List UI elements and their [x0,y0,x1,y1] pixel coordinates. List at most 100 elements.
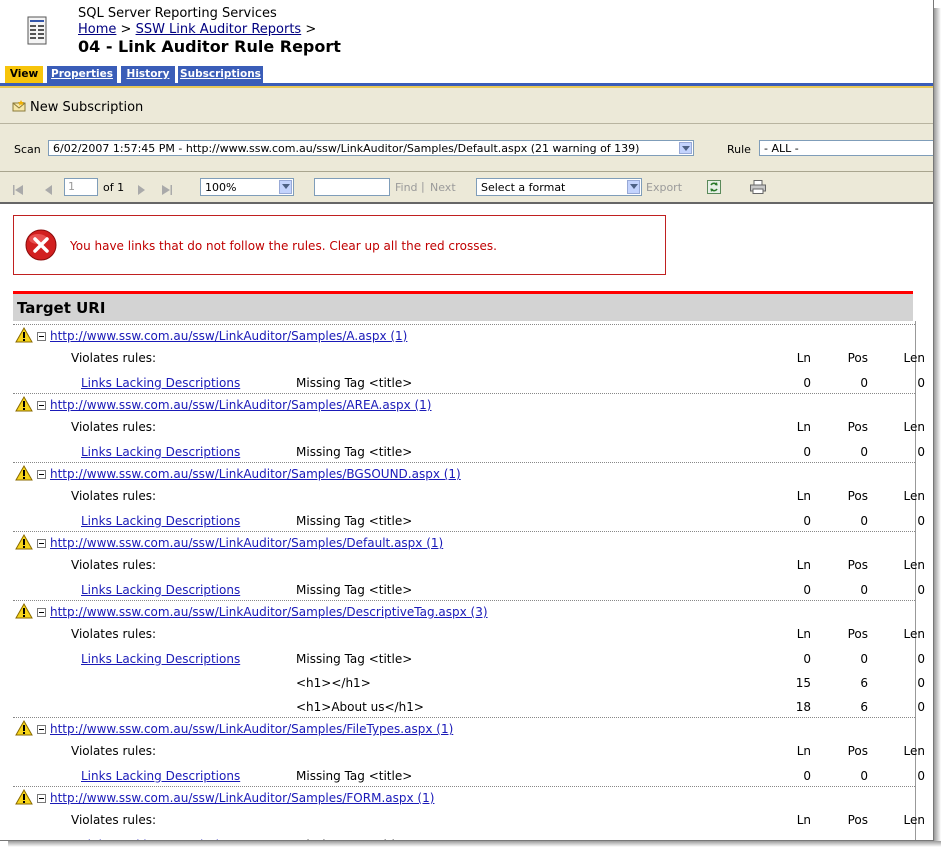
pos-value: 6 [860,676,868,690]
collapse-toggle-icon[interactable] [37,794,46,803]
parameters-panel: Scan 6/02/2007 1:57:45 PM - http://www.s… [0,124,933,172]
first-page-icon[interactable] [13,180,23,195]
breadcrumb-home-link[interactable]: Home [78,22,116,37]
target-uri-link[interactable]: http://www.ssw.com.au/ssw/LinkAuditor/Sa… [50,605,488,619]
ln-value: 0 [803,583,811,597]
uri-row: http://www.ssw.com.au/ssw/LinkAuditor/Sa… [13,786,915,808]
report-manager-window: SQL Server Reporting Services Home > SSW… [0,0,934,841]
new-subscription-button[interactable]: New Subscription [12,100,143,115]
refresh-icon[interactable] [707,179,721,194]
previous-page-icon[interactable] [44,180,54,195]
rule-select[interactable]: - ALL - [759,140,933,156]
ln-value: 0 [803,514,811,528]
next-link[interactable]: Next [430,181,456,194]
rule-label: Rule [727,143,751,156]
len-value: 0 [917,583,925,597]
ln-column-label: Ln [796,744,811,758]
warning-icon [15,788,33,805]
violation-row: Links Lacking Descriptions Missing Tag <t… [13,763,925,787]
pos-column-label: Pos [847,489,868,503]
chevron-down-icon [627,180,640,194]
page-header: SQL Server Reporting Services Home > SSW… [0,0,933,66]
rule-link[interactable]: Links Lacking Descriptions [81,514,240,528]
violation-row: <h1>About us</h1> 18 6 0 [13,694,925,718]
target-uri-link[interactable]: http://www.ssw.com.au/ssw/LinkAuditor/Sa… [50,329,407,343]
violation-detail: <h1></h1> [296,676,371,690]
warning-icon [15,395,33,412]
collapse-toggle-icon[interactable] [37,608,46,617]
collapse-toggle-icon[interactable] [37,725,46,734]
page-title: 04 - Link Auditor Rule Report [78,37,341,56]
target-uri-link[interactable]: http://www.ssw.com.au/ssw/LinkAuditor/Sa… [50,791,434,805]
next-page-icon[interactable] [136,180,146,195]
len-column-label: Len [903,489,925,503]
pos-column-label: Pos [847,627,868,641]
len-column-label: Len [903,627,925,641]
scan-select-value: 6/02/2007 1:57:45 PM - http://www.ssw.co… [53,142,640,155]
rule-link[interactable]: Links Lacking Descriptions [81,376,240,390]
uri-row: http://www.ssw.com.au/ssw/LinkAuditor/Sa… [13,717,915,739]
report-icon [27,16,47,46]
tab-history[interactable]: History [121,66,175,83]
rule-link[interactable]: Links Lacking Descriptions [81,769,240,783]
breadcrumb-separator: > [116,22,136,37]
export-format-value: Select a format [481,181,566,194]
last-page-icon[interactable] [162,180,172,195]
export-link[interactable]: Export [646,181,682,194]
subscription-bar: New Subscription [0,88,933,124]
ln-column-label: Ln [796,813,811,827]
len-value: 0 [917,376,925,390]
violates-header-row: Violates rules: Ln Pos Len [13,346,925,370]
toolbar-separator: | [421,180,425,193]
ln-value: 0 [803,376,811,390]
target-uri-link[interactable]: http://www.ssw.com.au/ssw/LinkAuditor/Sa… [50,398,432,412]
violation-detail: Missing Tag <title> [296,376,413,390]
violation-detail: Missing Tag <title> [296,445,413,459]
report-toolbar: 1 of 1 100% Find | Next Select a format … [0,172,933,204]
violation-detail: Missing Tag <title> [296,583,413,597]
collapse-toggle-icon[interactable] [37,401,46,410]
pos-column-label: Pos [847,558,868,572]
uri-row: http://www.ssw.com.au/ssw/LinkAuditor/Sa… [13,324,915,346]
tab-subscriptions[interactable]: Subscriptions [178,66,263,83]
pos-value: 0 [860,376,868,390]
find-link[interactable]: Find [395,181,418,194]
collapse-toggle-icon[interactable] [37,332,46,341]
breadcrumb-folder-link[interactable]: SSW Link Auditor Reports [136,22,302,37]
collapse-toggle-icon[interactable] [37,539,46,548]
violation-detail: Missing Tag <title> [296,514,413,528]
violates-label: Violates rules: [71,351,157,365]
target-uri-link[interactable]: http://www.ssw.com.au/ssw/LinkAuditor/Sa… [50,722,453,736]
scan-label: Scan [14,143,41,156]
pos-value: 6 [860,700,868,714]
pos-value: 0 [860,652,868,666]
pos-value: 0 [860,445,868,459]
scan-select[interactable]: 6/02/2007 1:57:45 PM - http://www.ssw.co… [48,140,694,156]
len-column-label: Len [903,744,925,758]
pos-column-label: Pos [847,813,868,827]
len-column-label: Len [903,420,925,434]
alert-message: You have links that do not follow the ru… [70,239,497,253]
find-input[interactable] [314,178,390,196]
service-name: SQL Server Reporting Services [78,6,277,21]
violation-row: <h1></h1> 15 6 0 [13,670,925,694]
rule-link[interactable]: Links Lacking Descriptions [81,445,240,459]
tab-properties[interactable]: Properties [47,66,117,83]
target-uri-link[interactable]: http://www.ssw.com.au/ssw/LinkAuditor/Sa… [50,467,461,481]
violation-row: Links Lacking Descriptions Missing Tag <t… [13,439,925,463]
print-icon[interactable] [750,179,766,194]
pos-value: 0 [860,583,868,597]
export-format-select[interactable]: Select a format [476,178,642,196]
rule-link[interactable]: Links Lacking Descriptions [81,652,240,666]
chevron-down-icon [679,142,692,154]
rule-link[interactable]: Links Lacking Descriptions [81,583,240,597]
target-uri-link[interactable]: http://www.ssw.com.au/ssw/LinkAuditor/Sa… [50,536,443,550]
collapse-toggle-icon[interactable] [37,470,46,479]
tab-view[interactable]: View [5,66,43,84]
page-number-input[interactable]: 1 [64,178,98,196]
uri-row: http://www.ssw.com.au/ssw/LinkAuditor/Sa… [13,600,915,622]
zoom-select[interactable]: 100% [200,178,294,196]
ln-column-label: Ln [796,351,811,365]
violates-header-row: Violates rules: Ln Pos Len [13,415,925,439]
error-cross-icon [25,229,57,261]
